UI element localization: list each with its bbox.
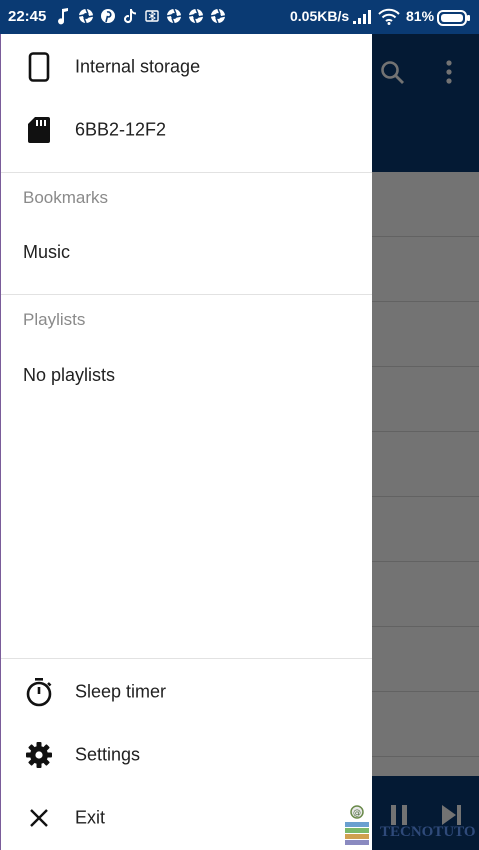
playlists-empty-text: No playlists [23,365,116,385]
watermark-text: TECNOTUTO [380,824,476,840]
svg-text:@: @ [353,808,361,817]
network-speed: 0.05KB/s [290,8,350,24]
sd-card-icon [25,116,53,144]
aperture-icon [210,8,226,24]
navigation-drawer: Internal storage 6BB2-12F2 Bookmarks Mus… [0,34,372,850]
pinterest-icon [101,9,115,23]
aperture-icon [166,8,182,24]
watermark: @ TECNOTUTO [340,802,479,850]
divider [1,658,372,659]
watermark-logo-icon: @ [345,805,369,845]
music-note-icon [58,8,68,25]
close-icon [25,804,53,832]
section-header-playlists: Playlists [23,310,86,329]
drawer-item-settings[interactable]: Settings [1,723,372,787]
aperture-icon [188,8,204,24]
phone-icon [25,52,53,82]
drawer-item-sd-card[interactable]: 6BB2-12F2 [1,98,372,162]
battery-icon [437,10,470,26]
wifi-icon [378,8,400,25]
drawer-item-label: 6BB2-12F2 [75,119,167,140]
notification-icons [56,7,226,25]
drawer-item-sleep-timer[interactable]: Sleep timer [1,660,372,724]
divider [1,294,372,295]
battery-percent: 81% [406,8,435,24]
divider [1,172,372,173]
gear-icon [25,741,53,769]
drawer-item-exit[interactable]: Exit [1,786,372,850]
drawer-item-label: Settings [75,744,141,765]
bookmark-item-music[interactable]: Music [23,242,70,263]
status-bar: 22:45 0.05KB/s 81% [0,0,479,34]
bluetooth-icon [145,10,159,22]
tiktok-icon [124,9,136,24]
drawer-item-label: Exit [75,807,106,828]
timer-icon [25,678,53,707]
status-time: 22:45 [8,8,47,25]
drawer-item-label: Sleep timer [75,681,167,702]
section-header-bookmarks: Bookmarks [23,188,109,207]
drawer-item-internal-storage[interactable]: Internal storage [1,35,372,99]
drawer-item-label: Internal storage [75,56,201,77]
aperture-icon [78,8,94,24]
signal-icon [353,10,371,24]
